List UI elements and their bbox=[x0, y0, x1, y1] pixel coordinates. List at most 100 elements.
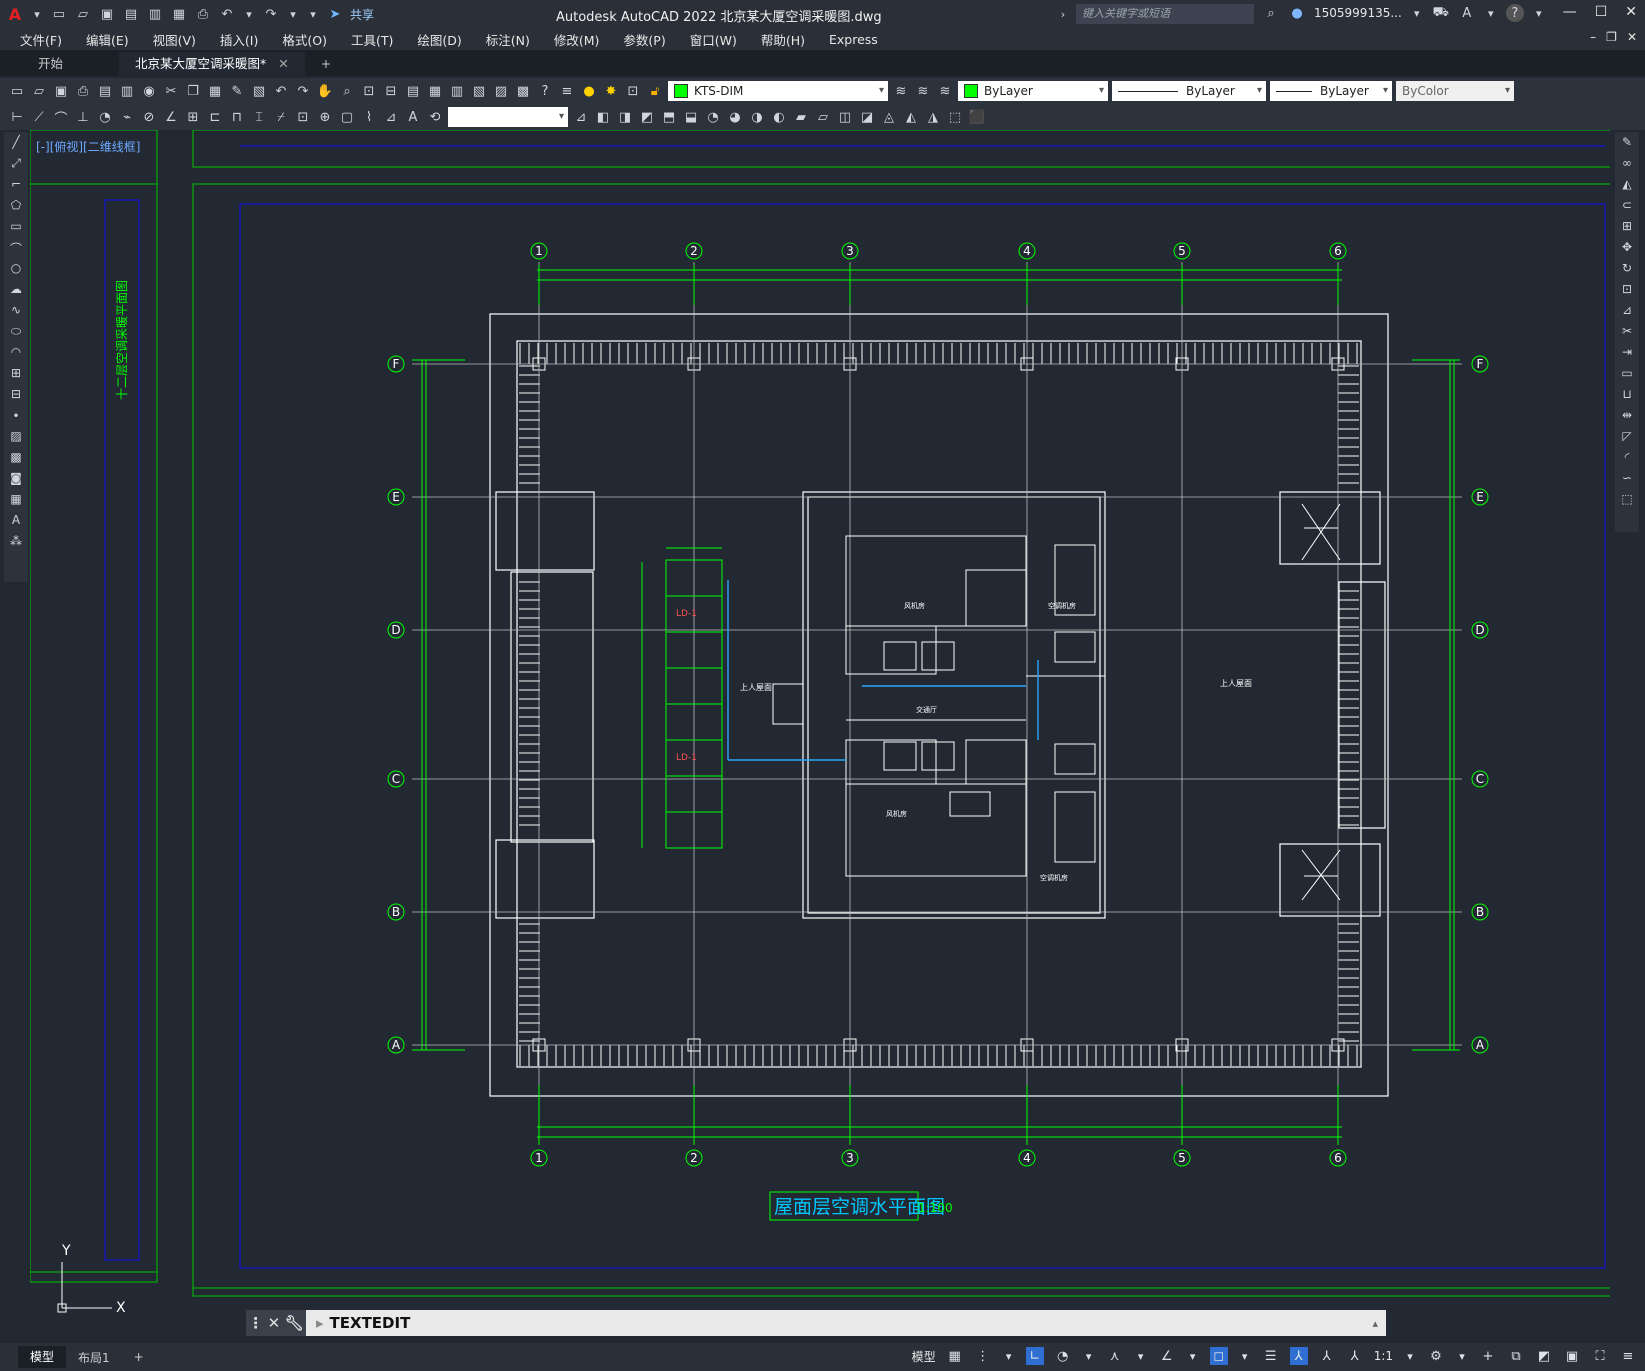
loft-icon[interactable]: ◑ bbox=[748, 108, 766, 126]
quickcalc-icon[interactable]: ▩ bbox=[514, 82, 532, 100]
angular-dim-icon[interactable]: ∠ bbox=[162, 108, 180, 126]
isolate-icon[interactable]: ⧉ bbox=[1507, 1347, 1525, 1365]
line-icon[interactable]: ╱ bbox=[7, 135, 25, 153]
shell-icon[interactable]: ◫ bbox=[836, 108, 854, 126]
ortho-icon[interactable]: ∟ bbox=[1025, 1347, 1044, 1365]
layer-manager-icon[interactable]: ≡ bbox=[558, 82, 576, 100]
dim-space-icon[interactable]: ⌶ bbox=[250, 108, 268, 126]
tab-layout1[interactable]: 布局1 bbox=[66, 1349, 122, 1366]
mirror-icon[interactable]: ◭ bbox=[1618, 177, 1636, 195]
plus-icon[interactable]: + bbox=[1479, 1347, 1497, 1365]
gradient-icon[interactable]: ▩ bbox=[7, 450, 25, 468]
chevron-down-icon[interactable]: ▾ bbox=[1134, 1349, 1148, 1363]
chevron-down-icon[interactable]: ▾ bbox=[1410, 6, 1424, 20]
extract-edges-icon[interactable]: ◭ bbox=[902, 108, 920, 126]
tab-document[interactable]: 北京某大厦空调采暖图* ✕ bbox=[119, 52, 305, 76]
ordinate-dim-icon[interactable]: ⊥ bbox=[74, 108, 92, 126]
minimize-icon[interactable]: — bbox=[1563, 4, 1577, 20]
chevron-down-icon[interactable]: ▾ bbox=[1082, 1349, 1096, 1363]
search-input[interactable]: 键入关键字或短语 bbox=[1076, 4, 1254, 24]
share-icon[interactable]: ➤ bbox=[326, 5, 344, 23]
polygon-icon[interactable]: ⬠ bbox=[7, 198, 25, 216]
table-icon[interactable]: ▦ bbox=[7, 492, 25, 510]
block-editor-icon[interactable]: ▧ bbox=[250, 82, 268, 100]
grip-icon[interactable]: ⋮ bbox=[248, 1314, 263, 1332]
customize-icon[interactable]: ▾ bbox=[306, 7, 320, 21]
viewport-label[interactable]: [-][俯视][二维线框] bbox=[36, 139, 140, 154]
tolerance-icon[interactable]: ⊡ bbox=[294, 108, 312, 126]
isodraft-icon[interactable]: ⋏ bbox=[1106, 1347, 1124, 1365]
make-block-icon[interactable]: ⊟ bbox=[7, 387, 25, 405]
autodesk-a360-icon[interactable]: A bbox=[1458, 4, 1476, 22]
jogged-dim-icon[interactable]: ⌁ bbox=[118, 108, 136, 126]
construction-line-icon[interactable]: ⤢ bbox=[7, 156, 25, 174]
layer-dropdown[interactable]: KTS-DIM bbox=[668, 81, 888, 101]
design-center-icon[interactable]: ▦ bbox=[426, 82, 444, 100]
chevron-down-icon[interactable]: ▾ bbox=[1186, 1349, 1200, 1363]
plotstyle-dropdown[interactable]: ByColor bbox=[1396, 81, 1514, 101]
menu-tools[interactable]: 工具(T) bbox=[351, 30, 393, 49]
chevron-down-icon[interactable]: ▾ bbox=[286, 7, 300, 21]
close-icon[interactable]: ✕ bbox=[268, 1314, 281, 1332]
chevron-down-icon[interactable]: ▾ bbox=[242, 7, 256, 21]
chevron-up-icon[interactable]: ▴ bbox=[1372, 1317, 1378, 1330]
menu-format[interactable]: 格式(O) bbox=[282, 30, 327, 49]
help-icon[interactable]: ? bbox=[1505, 4, 1524, 22]
rectangle-icon[interactable]: ▭ bbox=[7, 219, 25, 237]
fillet-icon[interactable]: ◜ bbox=[1618, 450, 1636, 468]
imprint-icon[interactable]: ▱ bbox=[814, 108, 832, 126]
convert-solid-icon[interactable]: ⬛ bbox=[968, 108, 986, 126]
workspace-gear-icon[interactable]: ⚙ bbox=[1427, 1347, 1445, 1365]
help-icon[interactable]: ? bbox=[536, 82, 554, 100]
stretch-icon[interactable]: ⊿ bbox=[1618, 303, 1636, 321]
chevron-down-icon[interactable]: ▾ bbox=[30, 7, 44, 21]
center-mark-icon[interactable]: ⊕ bbox=[316, 108, 334, 126]
fullscreen-icon[interactable]: ⛶ bbox=[1591, 1347, 1609, 1365]
point-icon[interactable]: ∙ bbox=[7, 408, 25, 426]
sheet-set-icon[interactable]: ▧ bbox=[470, 82, 488, 100]
linear-dim-icon[interactable]: ⊢ bbox=[8, 108, 26, 126]
annotation-scale-value[interactable]: 1:1 bbox=[1374, 1349, 1393, 1363]
user-name[interactable]: 1505999135... bbox=[1314, 6, 1402, 20]
cart-icon[interactable]: ⛟ bbox=[1432, 4, 1450, 22]
mtext-icon[interactable]: A bbox=[7, 513, 25, 531]
color-dropdown[interactable]: ByLayer bbox=[958, 81, 1108, 101]
circle-icon[interactable]: ○ bbox=[7, 261, 25, 279]
copy-object-icon[interactable]: ∞ bbox=[1618, 156, 1636, 174]
dim-style-dropdown[interactable] bbox=[448, 107, 568, 127]
pan-icon[interactable]: ✋ bbox=[316, 82, 334, 100]
revcloud-icon[interactable]: ☁ bbox=[7, 282, 25, 300]
polyline-icon[interactable]: ⌐ bbox=[7, 177, 25, 195]
menu-window[interactable]: 窗口(W) bbox=[690, 30, 737, 49]
insert-block-icon[interactable]: ⊞ bbox=[7, 366, 25, 384]
save-icon[interactable]: ▣ bbox=[52, 82, 70, 100]
doc-restore-icon[interactable]: ❐ bbox=[1606, 30, 1617, 44]
thicken-icon[interactable]: ▰ bbox=[792, 108, 810, 126]
sun-icon[interactable]: ✸ bbox=[602, 82, 620, 100]
extend-icon[interactable]: ⇥ bbox=[1618, 345, 1636, 363]
publish-icon[interactable]: ▥ bbox=[118, 82, 136, 100]
baseline-dim-icon[interactable]: ⊏ bbox=[206, 108, 224, 126]
menu-draw[interactable]: 绘图(D) bbox=[417, 30, 461, 49]
add-selected-icon[interactable]: ⁂ bbox=[7, 534, 25, 552]
chamfer-icon[interactable]: ◸ bbox=[1618, 429, 1636, 447]
dim-edit-icon[interactable]: ⊿ bbox=[382, 108, 400, 126]
menu-modify[interactable]: 修改(M) bbox=[554, 30, 600, 49]
preview-icon[interactable]: ▤ bbox=[96, 82, 114, 100]
menu-help[interactable]: 帮助(H) bbox=[761, 30, 805, 49]
array-icon[interactable]: ⊞ bbox=[1618, 219, 1636, 237]
radius-dim-icon[interactable]: ◔ bbox=[96, 108, 114, 126]
customize-menu-icon[interactable]: ≡ bbox=[1619, 1347, 1637, 1365]
blend-icon[interactable]: ∽ bbox=[1618, 471, 1636, 489]
flatshot-icon[interactable]: ⬚ bbox=[946, 108, 964, 126]
zoom-previous-icon[interactable]: ⊟ bbox=[382, 82, 400, 100]
quick-dim-icon[interactable]: ⊞ bbox=[184, 108, 202, 126]
chevron-down-icon[interactable]: ▾ bbox=[1532, 6, 1546, 20]
grid-icon[interactable]: ▦ bbox=[946, 1347, 964, 1365]
lock-icon[interactable]: 🔓︎ bbox=[646, 82, 664, 100]
inspection-icon[interactable]: ▢ bbox=[338, 108, 356, 126]
break-point-icon[interactable]: ▭ bbox=[1618, 366, 1636, 384]
new-icon[interactable]: ▭ bbox=[8, 82, 26, 100]
open-web-icon[interactable]: ▥ bbox=[146, 5, 164, 23]
model-space-button[interactable]: 模型 bbox=[912, 1348, 936, 1365]
